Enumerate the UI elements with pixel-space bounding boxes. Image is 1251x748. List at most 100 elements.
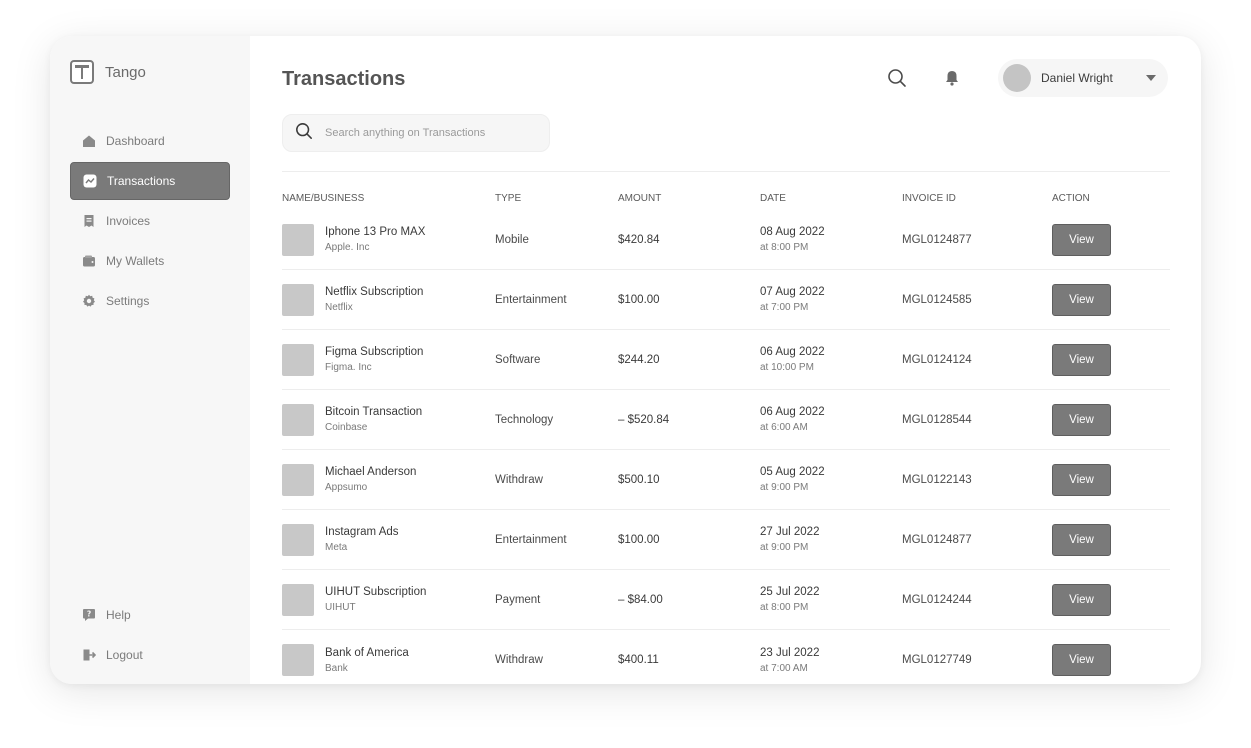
transaction-time: at 8:00 PM: [760, 602, 809, 613]
transaction-date: 23 Jul 2022: [760, 646, 820, 659]
wallet-icon: [82, 254, 96, 268]
action-cell: View: [1052, 223, 1170, 256]
transaction-name: Iphone 13 Pro MAX: [325, 226, 426, 238]
transaction-date: 27 Jul 2022: [760, 526, 820, 538]
sidebar-item-logout[interactable]: Logout: [70, 636, 230, 674]
business-logo-placeholder: [282, 343, 314, 376]
type-cell: Entertainment: [495, 533, 567, 546]
business-logo-placeholder: [282, 283, 314, 316]
sidebar-item-label: Logout: [106, 648, 143, 662]
user-menu[interactable]: Daniel Wright: [998, 59, 1168, 97]
transaction-date: 05 Aug 2022: [760, 466, 825, 478]
transaction-date: 06 Aug 2022: [760, 406, 825, 418]
sidebar-item-label: Dashboard: [106, 134, 165, 148]
business-logo-placeholder: [282, 583, 314, 616]
sidebar-item-dashboard[interactable]: Dashboard: [70, 122, 230, 160]
view-button[interactable]: View: [1052, 403, 1111, 436]
sidebar-item-invoices[interactable]: Invoices: [70, 202, 230, 240]
date-cell: 06 Aug 2022 at 6:00 AM: [760, 406, 902, 433]
type-cell: Software: [495, 353, 541, 366]
view-button[interactable]: View: [1052, 343, 1111, 376]
transaction-name: Figma Subscription: [325, 346, 424, 358]
table-row: Instagram Ads Meta Entertainment $100.00 27 …: [282, 510, 1170, 570]
invoice-id-cell: MGL0128544: [902, 413, 972, 426]
view-button[interactable]: View: [1052, 644, 1111, 676]
sidebar-item-settings[interactable]: Settings: [70, 282, 230, 320]
table-row: Bitcoin Transaction Coinbase Technology – $…: [282, 390, 1170, 450]
business-name: UIHUT: [325, 602, 356, 613]
table-row: Netflix Subscription Netflix Entertainment…: [282, 270, 1170, 330]
transaction-date: 25 Jul 2022: [760, 586, 820, 598]
sidebar-item-help[interactable]: ? Help: [70, 596, 230, 634]
sidebar-item-label: Invoices: [106, 214, 151, 228]
transaction-time: at 8:00 PM: [760, 242, 809, 253]
amount-cell: $500.10: [618, 473, 660, 486]
search-icon: [295, 122, 313, 145]
notification-bell-icon[interactable]: [943, 69, 961, 92]
business-logo-placeholder: [282, 223, 314, 256]
invoice-id-cell: MGL0124244: [902, 593, 972, 606]
action-cell: View: [1052, 583, 1170, 616]
table-body: Iphone 13 Pro MAX Apple. Inc Mobile $420.84…: [282, 210, 1170, 684]
chevron-down-icon: [1146, 75, 1156, 81]
name-cell: Netflix Subscription Netflix: [282, 283, 495, 316]
view-button[interactable]: View: [1052, 583, 1111, 616]
column-header-type: TYPE: [495, 192, 522, 204]
amount-cell: $100.00: [618, 293, 660, 306]
brand-name: Tango: [105, 63, 146, 81]
business-name: Meta: [325, 542, 348, 553]
amount-cell: $100.00: [618, 533, 660, 546]
table-row: UIHUT Subscription UIHUT Payment – $84.00 25…: [282, 570, 1170, 630]
view-button[interactable]: View: [1052, 283, 1111, 316]
view-button[interactable]: View: [1052, 463, 1111, 496]
sidebar-item-label: Settings: [106, 294, 150, 308]
brand[interactable]: Tango: [70, 60, 146, 84]
name-cell: Iphone 13 Pro MAX Apple. Inc: [282, 223, 495, 256]
table-header: NAME/BUSINESS TYPE AMOUNT DATE INVOICE I…: [282, 186, 1170, 210]
trend-icon: [83, 174, 97, 188]
page-title: Transactions: [282, 68, 406, 90]
type-cell: Mobile: [495, 233, 529, 246]
column-header-action: ACTION: [1052, 192, 1090, 204]
invoice-id-cell: MGL0124585: [902, 293, 972, 306]
name-block: Iphone 13 Pro MAX Apple. Inc: [325, 226, 425, 253]
name-cell: Michael Anderson Appsumo: [282, 463, 495, 496]
sidebar-item-transactions[interactable]: Transactions: [70, 162, 230, 200]
invoice-id-cell: MGL0124124: [902, 353, 972, 366]
transaction-time: at 9:00 PM: [760, 542, 809, 553]
date-cell: 27 Jul 2022 at 9:00 PM: [760, 526, 902, 553]
invoice-id-cell: MGL0122143: [902, 473, 972, 486]
table-row: Figma Subscription Figma. Inc Software $244…: [282, 330, 1170, 390]
table-row: Iphone 13 Pro MAX Apple. Inc Mobile $420.84…: [282, 210, 1170, 270]
business-logo-placeholder: [282, 523, 314, 556]
sidebar-bottom-nav: ? Help Logout: [70, 596, 230, 676]
business-name: Bank: [325, 662, 348, 674]
amount-cell: $420.84: [618, 233, 660, 246]
app-window: Tango Dashboard Transactions Invoices My…: [50, 36, 1201, 684]
date-cell: 08 Aug 2022 at 8:00 PM: [760, 226, 902, 253]
search-input[interactable]: [325, 127, 525, 139]
transaction-name: Instagram Ads: [325, 526, 399, 538]
svg-text:?: ?: [87, 610, 91, 619]
amount-cell: $244.20: [618, 353, 660, 366]
search-icon[interactable]: [887, 68, 907, 93]
action-cell: View: [1052, 403, 1170, 436]
action-cell: View: [1052, 343, 1170, 376]
action-cell: View: [1052, 283, 1170, 316]
user-name: Daniel Wright: [1041, 71, 1113, 85]
view-button[interactable]: View: [1052, 223, 1111, 256]
sidebar-item-my-wallets[interactable]: My Wallets: [70, 242, 230, 280]
home-icon: [82, 134, 96, 148]
help-icon: ?: [82, 608, 96, 622]
view-button[interactable]: View: [1052, 523, 1111, 556]
gear-icon: [82, 294, 96, 308]
sidebar-item-label: Transactions: [107, 174, 176, 188]
column-header-invoice-id: INVOICE ID: [902, 192, 956, 204]
main-content: Transactions Daniel Wright NAME/BUSINESS…: [250, 36, 1201, 684]
type-cell: Withdraw: [495, 473, 543, 486]
column-header-name: NAME/BUSINESS: [282, 192, 365, 204]
business-logo-placeholder: [282, 403, 314, 436]
sidebar-nav: Dashboard Transactions Invoices My Walle…: [70, 122, 230, 322]
divider: [282, 171, 1170, 172]
sidebar: Tango Dashboard Transactions Invoices My…: [50, 36, 250, 684]
